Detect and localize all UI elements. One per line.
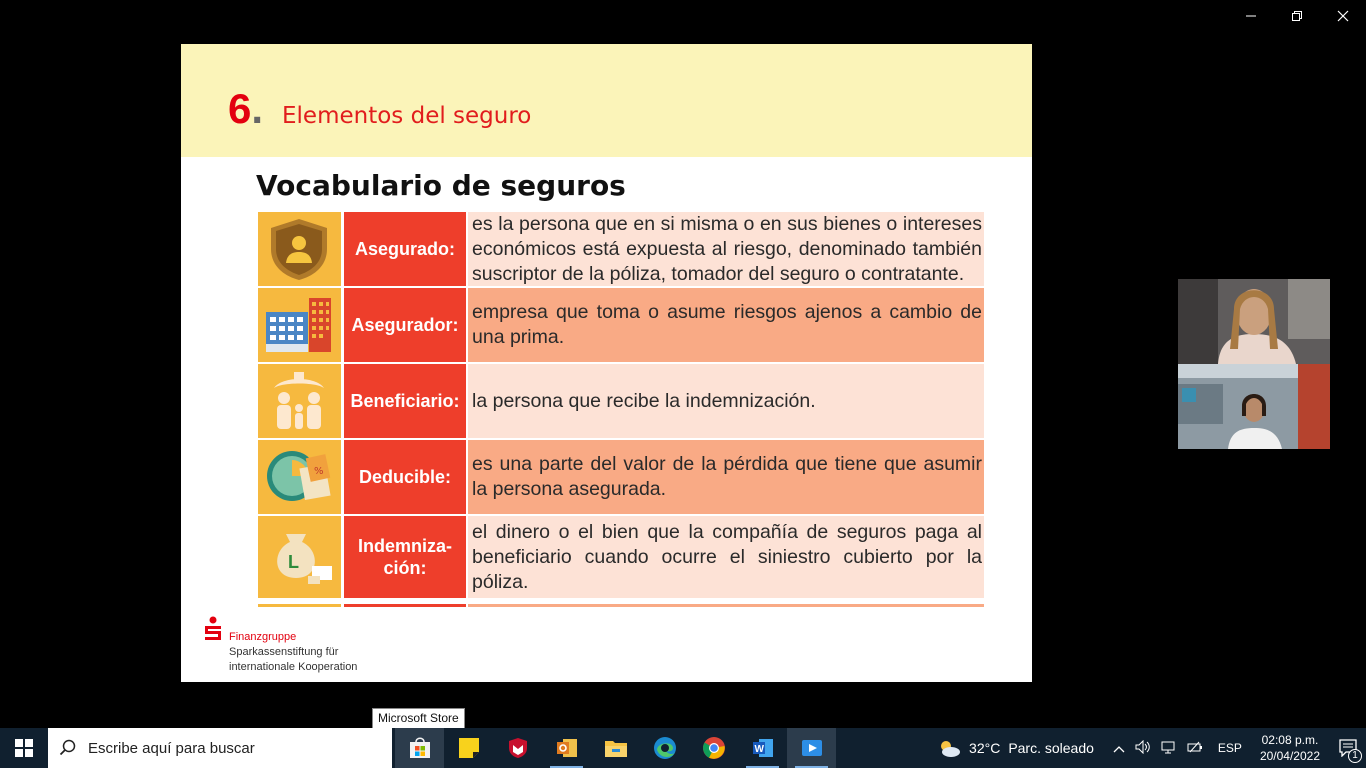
microsoft-store-taskbar-button[interactable] [395, 728, 444, 768]
definition-deducible: es una parte del valor de la pérdida que… [468, 440, 984, 514]
office-buildings-icon [258, 288, 341, 362]
slide-title: Elementos del seguro [282, 103, 532, 129]
system-tray: 32°C Parc. soleado ESP 02:08 p.m. 20/04/… [937, 728, 1366, 768]
term-indemnizacion: Indemniza-ción: [344, 516, 466, 598]
clock-time: 02:08 p.m. [1261, 733, 1319, 747]
definition-indemnizacion: el dinero o el bien que la compañía de s… [468, 516, 984, 598]
microsoft-store-icon [409, 737, 430, 758]
mcafee-icon [508, 738, 527, 758]
logo-text: Finanzgruppe Sparkassenstiftung für inte… [229, 630, 357, 675]
beneficiary-family-icon [258, 364, 341, 438]
money-bag-icon: L [258, 516, 341, 598]
volume-icon[interactable] [1135, 739, 1151, 757]
participant-1-video-feed [1178, 279, 1330, 364]
search-placeholder: Escribe aquí para buscar [88, 739, 255, 757]
svg-text:L: L [288, 552, 299, 572]
presentation-slide: 6. Elementos del seguro Vocabulario de s… [181, 44, 1032, 682]
minimize-button[interactable] [1228, 0, 1274, 32]
outlook-icon [556, 739, 577, 757]
sticky-notes-icon [458, 738, 479, 758]
svg-text:W: W [754, 744, 764, 755]
vocab-row: Asegurador: empresa que toma o asume rie… [258, 288, 984, 364]
close-button[interactable] [1320, 0, 1366, 32]
edge-taskbar-button[interactable] [640, 728, 689, 768]
word-icon: W [752, 739, 773, 757]
term-indemnizacion-line1: Indemniza- [357, 536, 452, 556]
word-taskbar-button[interactable]: W [738, 728, 787, 768]
window-controls [1228, 0, 1366, 32]
vocab-row: % Deducible: es una parte del valor de l… [258, 440, 984, 516]
outlook-taskbar-button[interactable] [542, 728, 591, 768]
restore-button[interactable] [1274, 0, 1320, 32]
weather-temperature: 32°C [969, 740, 1001, 756]
term-asegurador: Asegurador: [344, 288, 466, 362]
shield-person-icon [258, 212, 341, 286]
microsoft-store-tooltip: Microsoft Store [372, 708, 465, 729]
notifications-button[interactable]: 1 [1330, 739, 1366, 763]
chrome-taskbar-button[interactable] [689, 728, 738, 768]
partly-sunny-icon [941, 741, 961, 757]
logo-line1: Sparkassenstiftung für [229, 646, 339, 658]
vocab-table: Asegurado: es la persona que en si misma… [258, 212, 984, 607]
language-indicator[interactable]: ESP [1218, 741, 1242, 755]
table-bottom-edge [258, 604, 984, 607]
term-beneficiario: Beneficiario: [344, 364, 466, 438]
table-bottom-def-strip [468, 604, 984, 607]
notification-count: 1 [1348, 749, 1362, 763]
restore-icon [1292, 11, 1302, 21]
logo-brand: Finanzgruppe [229, 631, 297, 643]
video-participant-2[interactable] [1178, 364, 1330, 449]
video-participant-1[interactable] [1178, 279, 1330, 364]
table-bottom-term-strip [344, 604, 466, 607]
term-asegurado: Asegurado: [344, 212, 466, 286]
network-icon[interactable] [1161, 740, 1177, 757]
slide-header: 6. Elementos del seguro [181, 44, 1032, 157]
vocab-row: Beneficiario: la persona que recibe la i… [258, 364, 984, 440]
definition-asegurado: es la persona que en si misma o en sus b… [468, 212, 984, 286]
battery-icon[interactable] [1187, 740, 1203, 757]
vocab-row: Asegurado: es la persona que en si misma… [258, 212, 984, 288]
taskbar-search-box[interactable]: Escribe aquí para buscar [48, 728, 392, 768]
minimize-icon [1246, 15, 1256, 17]
clock-document-icon: % [258, 440, 341, 514]
logo-line2: internationale Kooperation [229, 661, 358, 673]
screen: 6. Elementos del seguro Vocabulario de s… [0, 0, 1366, 768]
sparkasse-logo-icon [205, 616, 221, 640]
search-icon [48, 739, 88, 757]
term-indemnizacion-text: Indemniza-ción: [358, 535, 452, 579]
term-indemnizacion-line2: ción: [383, 558, 427, 578]
file-explorer-icon [604, 741, 627, 757]
file-explorer-taskbar-button[interactable] [591, 728, 640, 768]
definition-asegurador: empresa que toma o asume riesgos ajenos … [468, 288, 984, 362]
weather-description: Parc. soleado [1008, 740, 1094, 756]
weather-widget[interactable]: 32°C Parc. soleado [937, 738, 1094, 758]
chevron-up-icon[interactable] [1113, 741, 1125, 756]
definition-beneficiario: la persona que recibe la indemnización. [468, 364, 984, 438]
participant-2-video-feed [1178, 364, 1330, 449]
svg-text:%: % [314, 466, 324, 477]
start-button[interactable] [0, 728, 48, 768]
term-deducible: Deducible: [344, 440, 466, 514]
clock-date: 20/04/2022 [1259, 749, 1320, 763]
taskbar: Escribe aquí para buscar W 32°C Parc. so… [0, 728, 1366, 768]
table-bottom-icon-strip [258, 604, 341, 607]
video-app-taskbar-button[interactable] [787, 728, 836, 768]
close-icon [1337, 10, 1349, 22]
mcafee-taskbar-button[interactable] [493, 728, 542, 768]
windows-icon [15, 739, 33, 757]
sticky-notes-taskbar-button[interactable] [444, 728, 493, 768]
clock[interactable]: 02:08 p.m. 20/04/2022 [1260, 732, 1320, 764]
vocab-title: Vocabulario de seguros [256, 169, 626, 202]
edge-icon [653, 737, 676, 759]
slide-number-dot: . [251, 85, 264, 132]
slide-number-value: 6 [228, 85, 252, 132]
chrome-icon [702, 737, 725, 759]
slide-number: 6. [228, 86, 263, 132]
vocab-row: L Indemniza-ción: el dinero o el bien qu… [258, 516, 984, 600]
video-app-icon [801, 740, 822, 756]
